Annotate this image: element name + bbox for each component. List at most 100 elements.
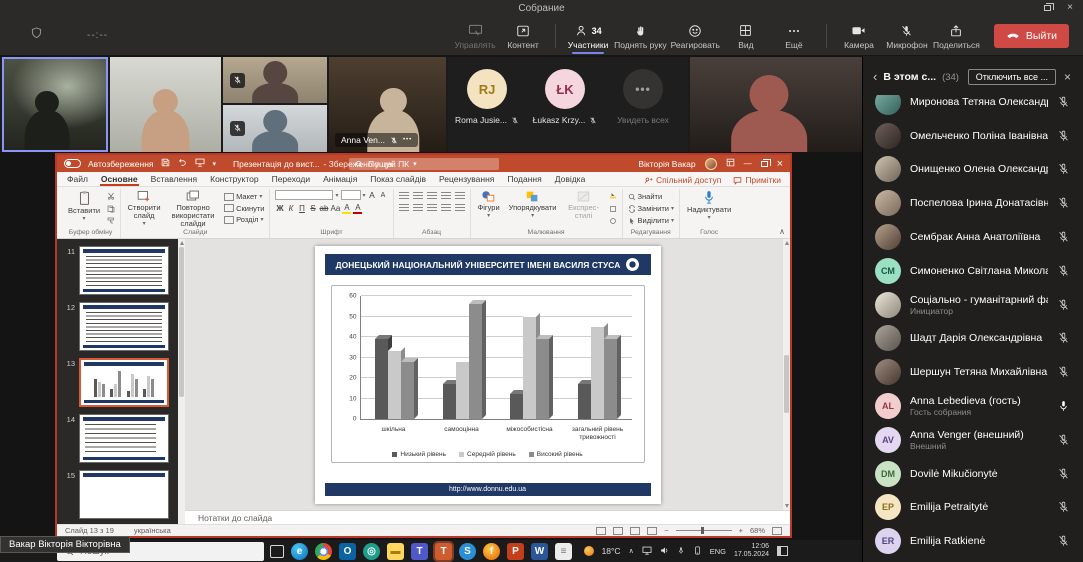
participant-mic-icon[interactable] xyxy=(1057,230,1071,244)
notepad[interactable]: ≡ xyxy=(555,542,572,560)
react-button[interactable]: Реагировать xyxy=(669,20,722,51)
normal-view-icon[interactable] xyxy=(596,526,607,535)
justify-icon[interactable] xyxy=(440,204,451,212)
teams[interactable]: T xyxy=(411,542,428,560)
font-name-input[interactable] xyxy=(275,190,334,200)
copy-icon[interactable] xyxy=(107,205,115,215)
participant-mic-icon[interactable] xyxy=(1057,95,1071,109)
participant-row[interactable]: Сембрак Анна Анатоліївна xyxy=(863,220,1083,254)
weather-icon[interactable] xyxy=(583,546,594,556)
reset-button[interactable]: Скинути xyxy=(224,204,264,213)
participant-mic-icon[interactable] xyxy=(1057,331,1071,345)
reading-view-icon[interactable] xyxy=(630,526,641,535)
ribbon-tab[interactable]: Подання xyxy=(506,174,542,186)
manage-button[interactable]: Управлять xyxy=(451,20,499,51)
participant-mic-icon[interactable] xyxy=(1057,467,1071,481)
participant-mic-icon[interactable] xyxy=(1057,162,1071,176)
ribbon-tab[interactable]: Основне xyxy=(99,174,139,186)
font-style-button[interactable]: S xyxy=(308,204,317,213)
tray-mic-icon[interactable] xyxy=(677,546,685,557)
participant-row[interactable]: DM Dovilė Mikučionytė xyxy=(863,457,1083,491)
scroll-up-icon[interactable] xyxy=(179,241,184,245)
participants-button[interactable]: 34 Участники xyxy=(564,20,612,54)
slide-thumbnail-14[interactable]: 14 xyxy=(57,411,185,467)
video-tile-presenter[interactable] xyxy=(690,57,862,152)
slide-thumbnail-11[interactable]: 11 xyxy=(57,243,185,299)
ribbon-tab[interactable]: Конструктор xyxy=(209,174,259,186)
participant-mic-icon[interactable] xyxy=(1057,298,1071,312)
font-style-button[interactable]: ab xyxy=(319,204,329,213)
participant-row[interactable]: Шершун Тетяна Михайлівна xyxy=(863,355,1083,389)
account-avatar[interactable] xyxy=(704,157,717,170)
minimize-button[interactable]: — xyxy=(744,159,752,168)
increase-indent-icon[interactable] xyxy=(440,192,451,200)
line-spacing-icon[interactable] xyxy=(454,192,465,200)
content-button[interactable]: Контент xyxy=(499,20,547,51)
format-painter-icon[interactable] xyxy=(107,217,115,227)
back-icon[interactable]: ‹ xyxy=(873,70,877,83)
shrink-font-button[interactable]: А xyxy=(379,192,388,199)
video-tile-speaker[interactable] xyxy=(2,57,108,152)
more-button[interactable]: Ещё xyxy=(770,20,818,51)
slideshow-icon[interactable] xyxy=(195,158,205,169)
document-title[interactable]: Презентація до вист... xyxy=(233,159,319,169)
font-style-button[interactable]: П xyxy=(297,204,306,213)
undo-icon[interactable] xyxy=(178,158,187,169)
powerpoint[interactable]: P xyxy=(507,542,524,560)
align-center-icon[interactable] xyxy=(412,204,423,212)
ribbon-tab[interactable]: Анімація xyxy=(322,174,358,186)
zoom-in-icon[interactable]: + xyxy=(739,526,743,535)
thumbnails-scrollbar[interactable] xyxy=(178,239,185,524)
ribbon-tab[interactable]: Рецензування xyxy=(438,174,495,186)
share-button[interactable]: Поделиться xyxy=(931,20,982,51)
save-icon[interactable] xyxy=(161,158,170,169)
qat-caret-icon[interactable]: ▾ xyxy=(213,160,217,168)
slide-thumbnail-12[interactable]: 12 xyxy=(57,299,185,355)
decrease-indent-icon[interactable] xyxy=(426,192,437,200)
camera-button[interactable]: Камера xyxy=(835,20,883,51)
reuse-slides-button[interactable]: Повторно використати слайди xyxy=(167,190,219,228)
close-window-button[interactable]: × xyxy=(1067,2,1073,13)
replace-button[interactable]: Замінити ▾ xyxy=(628,204,674,213)
video-tile[interactable] xyxy=(223,57,327,103)
participant-row[interactable]: Поспелова Ірина Донатасівна xyxy=(863,186,1083,220)
zoom-slider[interactable] xyxy=(675,527,732,534)
participant-mic-icon[interactable] xyxy=(1057,500,1071,514)
ribbon-tab[interactable]: Довідка xyxy=(554,174,587,186)
participant-row[interactable]: Шадт Дарія Олександрівна xyxy=(863,322,1083,356)
volume-icon[interactable] xyxy=(660,546,669,557)
new-slide-button[interactable]: Створити слайд ▾ xyxy=(126,190,162,227)
quick-styles-button[interactable]: Експрес-стилі xyxy=(564,190,604,220)
ribbon-tab[interactable]: Файл xyxy=(66,174,89,186)
cut-icon[interactable] xyxy=(107,192,115,202)
close-button[interactable]: × xyxy=(777,158,783,170)
video-tile[interactable] xyxy=(110,57,221,152)
slide-thumbnail-15[interactable]: 15 xyxy=(57,467,185,523)
ribbon-tab[interactable]: Переходи xyxy=(271,174,312,186)
raise-hand-button[interactable]: Поднять руку xyxy=(612,20,669,51)
firefox[interactable]: f xyxy=(483,542,500,560)
slide-number-status[interactable]: Слайд 13 з 19 xyxy=(65,526,114,535)
participant-row[interactable]: EP Emilija Petraitytė xyxy=(863,491,1083,525)
word[interactable]: W xyxy=(531,542,548,560)
chart[interactable]: 0 10 20 30 40 50 60 шкільна самооцінна міжособис… xyxy=(330,285,645,463)
participant-mic-icon[interactable] xyxy=(1057,196,1071,210)
task-view[interactable] xyxy=(270,544,284,558)
scroll-down-icon[interactable] xyxy=(784,504,789,508)
shape-outline-icon[interactable] xyxy=(609,205,617,215)
video-tile-anna-venger[interactable]: Anna Ven... ••• xyxy=(329,57,446,152)
comments-button[interactable]: Примітки xyxy=(733,175,781,185)
restore-button[interactable] xyxy=(760,158,771,167)
participant-row[interactable]: Миронова Тетяна Олександрів... xyxy=(863,95,1083,119)
leave-button[interactable]: Выйти xyxy=(993,24,1069,48)
temperature[interactable]: 18°C xyxy=(602,546,621,556)
font-size-input[interactable] xyxy=(340,190,361,200)
font-style-button[interactable]: К xyxy=(286,204,295,213)
columns-icon[interactable] xyxy=(454,204,465,212)
participant-row[interactable]: СМ Симоненко Світлана Миколаївна xyxy=(863,254,1083,288)
align-right-icon[interactable] xyxy=(426,204,437,212)
shape-fill-icon[interactable] xyxy=(609,192,617,202)
font-style-button[interactable]: Аа xyxy=(330,204,340,213)
canvas-scrollbar[interactable] xyxy=(782,239,790,510)
shapes-button[interactable]: Фігури ▾ xyxy=(476,190,502,219)
